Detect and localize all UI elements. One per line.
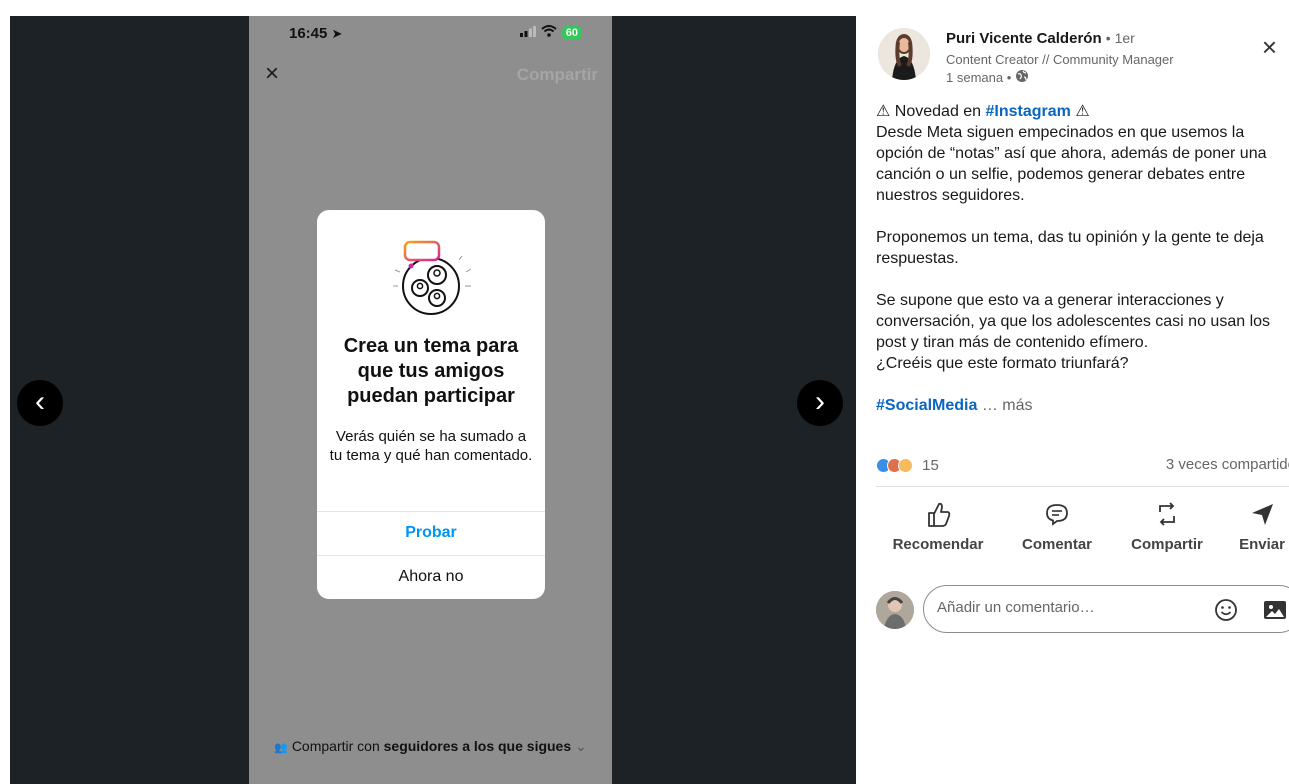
- hashtag-instagram[interactable]: #Instagram: [986, 103, 1071, 120]
- see-more-link[interactable]: … más: [977, 397, 1033, 414]
- repost-label: Compartir: [1131, 536, 1203, 553]
- thumbs-up-icon: [888, 500, 988, 530]
- comment-button[interactable]: Comentar: [1012, 500, 1102, 553]
- comment-icon: [1012, 500, 1102, 530]
- app-root: 16:45 ➤ 60 × Compartir Crea un tema para…: [0, 0, 1289, 784]
- post-text: ⚠ Novedad en #Instagram ⚠ Desde Meta sig…: [876, 101, 1288, 416]
- post-paragraph: ¿Creéis que este formato triunfará?: [876, 355, 1129, 372]
- try-button[interactable]: Probar: [317, 512, 545, 554]
- close-icon[interactable]: ×: [1262, 34, 1277, 60]
- battery-indicator: 60: [561, 25, 582, 40]
- comment-input[interactable]: [937, 599, 1187, 616]
- like-label: Recomendar: [892, 536, 984, 553]
- repost-icon: [1124, 500, 1210, 530]
- author-avatar[interactable]: [878, 28, 930, 80]
- comment-label: Comentar: [1021, 536, 1092, 553]
- post-paragraph: Proponemos un tema, das tu opinión y la …: [876, 229, 1264, 267]
- phone-status-bar: 16:45 ➤ 60: [249, 16, 612, 50]
- author-name-text[interactable]: Puri Vicente Calderón: [946, 30, 1102, 47]
- globe-icon: [1015, 69, 1029, 86]
- post-paragraph: Se supone que esto va a generar interacc…: [876, 292, 1271, 351]
- phone-top-bar: × Compartir: [249, 60, 612, 90]
- post-time-text: 1 semana •: [946, 70, 1012, 85]
- post-tags-line: #SocialMedia … más: [876, 395, 1288, 416]
- send-button[interactable]: Enviar: [1232, 500, 1289, 553]
- post-action-bar: Recomendar Comentar Compartir Enviar: [876, 500, 1289, 560]
- divider: [876, 486, 1289, 487]
- send-icon: [1232, 500, 1289, 530]
- emoji-icon[interactable]: [1214, 598, 1238, 627]
- phone-screenshot: 16:45 ➤ 60 × Compartir Crea un tema para…: [249, 16, 612, 784]
- hashtag-socialmedia[interactable]: #SocialMedia: [876, 397, 977, 414]
- not-now-button[interactable]: Ahora no: [317, 556, 545, 598]
- connection-degree: • 1er: [1105, 30, 1135, 46]
- signal-icon: [519, 25, 536, 40]
- author-headline: Content Creator // Community Manager: [946, 52, 1174, 67]
- modal-description: Verás quién se ha sumado a tu tema y qué…: [329, 428, 533, 464]
- post-line-1: ⚠ Novedad en #Instagram ⚠: [876, 103, 1090, 120]
- status-time: 16:45 ➤: [289, 25, 343, 42]
- share-button[interactable]: Compartir: [517, 65, 598, 85]
- share-audience-prefix: Compartir con: [291, 738, 384, 754]
- people-icon: 👥: [274, 742, 288, 754]
- media-viewer: 16:45 ➤ 60 × Compartir Crea un tema para…: [0, 0, 858, 784]
- share-audience-value: seguidores a los que sigues: [383, 738, 572, 754]
- post-timestamp: 1 semana •: [946, 69, 1029, 86]
- image-icon[interactable]: [1262, 598, 1288, 627]
- social-counts: 15 3 veces compartido: [876, 456, 1289, 478]
- author-name[interactable]: Puri Vicente Calderón • 1er: [946, 30, 1135, 47]
- wifi-icon: [541, 25, 557, 40]
- discussion-illustration-icon: [387, 238, 477, 318]
- post-panel: Puri Vicente Calderón • 1er Content Crea…: [858, 0, 1289, 784]
- reaction-count[interactable]: 15: [922, 457, 939, 474]
- insightful-reaction-icon: [898, 457, 913, 473]
- share-audience-selector[interactable]: 👥 Compartir con seguidores a los que sig…: [249, 738, 612, 755]
- modal-title: Crea un tema para que tus amigos puedan …: [343, 335, 519, 407]
- status-icons: 60: [519, 25, 582, 40]
- chevron-down-icon: ⌄: [575, 738, 587, 754]
- close-icon[interactable]: ×: [265, 62, 279, 86]
- location-arrow-icon: ➤: [331, 26, 343, 41]
- reaction-icons[interactable]: [876, 457, 913, 473]
- previous-image-button[interactable]: ‹: [17, 380, 63, 426]
- post-paragraph: Desde Meta siguen empecinados en que use…: [876, 124, 1267, 204]
- send-label: Enviar: [1239, 536, 1285, 553]
- share-count[interactable]: 3 veces compartido: [1166, 456, 1289, 473]
- current-user-avatar: [876, 591, 914, 629]
- like-button[interactable]: Recomendar: [888, 500, 988, 553]
- comment-box: [923, 585, 1289, 633]
- notes-topic-modal: Crea un tema para que tus amigos puedan …: [317, 210, 545, 599]
- next-image-button[interactable]: ›: [797, 380, 843, 426]
- repost-button[interactable]: Compartir: [1124, 500, 1210, 553]
